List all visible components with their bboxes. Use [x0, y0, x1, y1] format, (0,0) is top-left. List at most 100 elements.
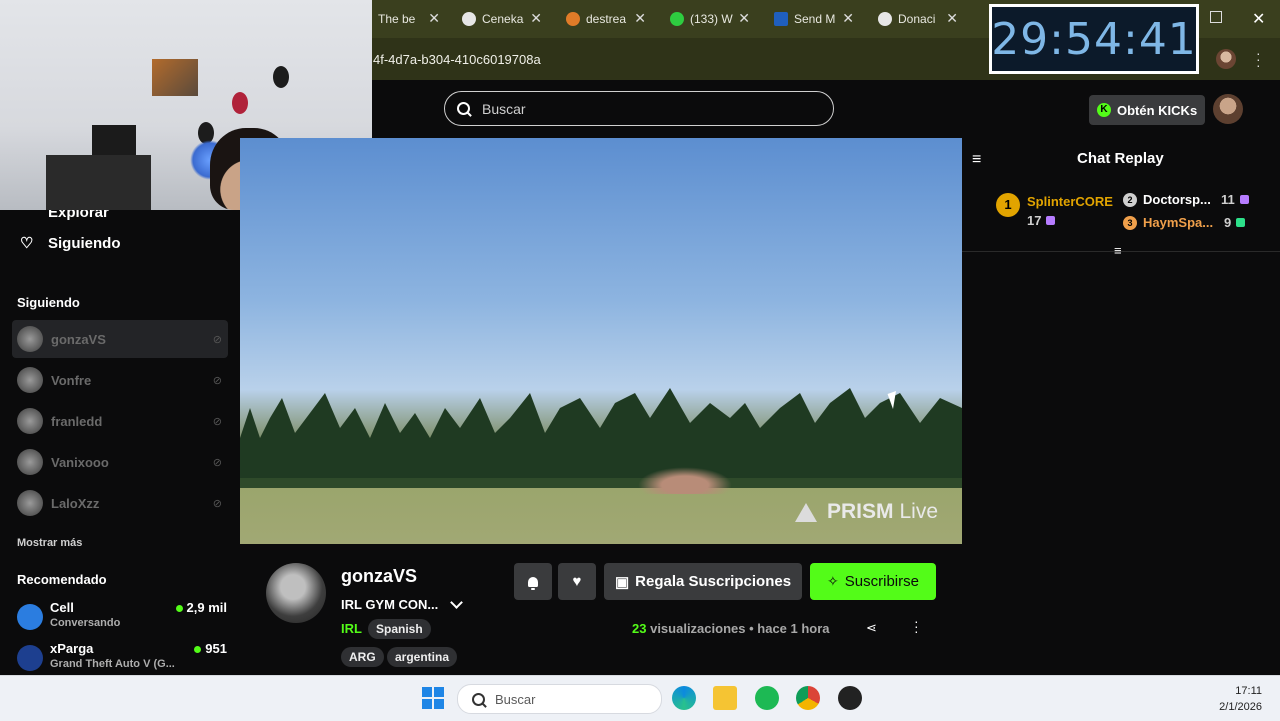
- avatar: [17, 490, 43, 516]
- search-input[interactable]: Buscar: [444, 91, 834, 126]
- browser-tab[interactable]: destrea ✕: [566, 8, 646, 30]
- edge-icon[interactable]: [672, 686, 696, 710]
- channel-name: xParga: [50, 641, 94, 656]
- viewer-count: 951: [194, 641, 227, 656]
- user-avatar[interactable]: [1213, 94, 1243, 124]
- gift-icon: [1239, 195, 1249, 204]
- gift-subs-button[interactable]: ▣ Regala Suscripciones: [604, 563, 802, 600]
- bell-icon: [528, 576, 538, 590]
- category-link[interactable]: IRL: [341, 621, 362, 636]
- close-icon[interactable]: ✕: [738, 10, 750, 27]
- file-explorer-icon[interactable]: [713, 686, 737, 710]
- tag-pill[interactable]: argentina: [387, 647, 458, 667]
- windows-start-icon[interactable]: [422, 687, 444, 709]
- heart-icon: ♥: [572, 573, 582, 590]
- sidebar-item-cell[interactable]: Cell Conversando 2,9 mil: [17, 600, 227, 636]
- gift-count: 17: [1027, 213, 1042, 228]
- video-player[interactable]: PRISM Live: [240, 138, 962, 544]
- taskbar-search-input[interactable]: Buscar: [457, 684, 662, 714]
- chevron-down-icon[interactable]: [450, 596, 464, 609]
- spotify-icon[interactable]: [755, 686, 779, 710]
- get-kicks-button[interactable]: K Obtén KICKs: [1089, 95, 1205, 125]
- restore-icon[interactable]: [1210, 11, 1222, 23]
- tab-title: Donaci: [898, 12, 936, 26]
- browser-tab[interactable]: (133) W ✕: [670, 8, 750, 30]
- system-clock[interactable]: 17:11 2/1/2026: [1216, 683, 1262, 715]
- favicon-icon: [670, 12, 684, 26]
- sidebar-item-vonfre[interactable]: Vonfre ⊘: [12, 361, 228, 399]
- channel-category: Grand Theft Auto V (G...: [50, 658, 175, 670]
- views-count: 23: [632, 621, 647, 636]
- sidebar-item-gonzavs[interactable]: gonzaVS ⊘: [12, 320, 228, 358]
- favicon-icon: [878, 12, 892, 26]
- stream-title[interactable]: IRL GYM CON...: [341, 596, 464, 612]
- close-icon[interactable]: ✕: [428, 10, 440, 27]
- viewer-count-value: 2,9 mil: [186, 600, 227, 615]
- browser-tab[interactable]: Donaci ✕: [878, 8, 958, 30]
- chat-title: Chat Replay: [1077, 150, 1164, 167]
- close-icon[interactable]: ✕: [634, 10, 646, 27]
- share-icon[interactable]: ⋖: [866, 620, 877, 636]
- timer-value: 29:54:41: [991, 13, 1197, 65]
- tab-title: destrea: [586, 12, 627, 26]
- video-scene-trees: [240, 388, 962, 488]
- close-window-icon[interactable]: ✕: [1252, 9, 1265, 29]
- follow-button[interactable]: ♥: [558, 563, 596, 600]
- url-text[interactable]: 4f-4d7a-b304-410c6019708a: [373, 52, 541, 67]
- show-more-link[interactable]: Mostrar más: [17, 537, 82, 549]
- sidebar: Explorar ♡ Siguiendo Siguiendo gonzaVS ⊘…: [0, 204, 240, 677]
- offline-icon: ⊘: [212, 456, 222, 469]
- notifications-button[interactable]: [514, 563, 552, 600]
- gift-icon: ▣: [614, 573, 630, 591]
- browser-tab[interactable]: Send M ✕: [774, 8, 854, 30]
- tag-pill[interactable]: ARG: [341, 647, 384, 667]
- collapse-chat-icon[interactable]: ≡: [972, 151, 981, 169]
- views-label: visualizaciones: [650, 621, 746, 636]
- leaderboard-entry-1[interactable]: 1: [996, 193, 1028, 217]
- channel-name: LaloXzz: [51, 495, 100, 511]
- close-icon[interactable]: ✕: [530, 10, 542, 27]
- tab-title: Send M: [794, 12, 836, 26]
- leaderboard-count: 17: [1027, 213, 1056, 228]
- gift-icon: [1236, 218, 1246, 227]
- get-kicks-label: Obtén KICKs: [1117, 102, 1198, 118]
- gift-subs-label: Regala Suscripciones: [635, 573, 792, 590]
- channel-avatar[interactable]: [266, 563, 326, 623]
- browser-tab[interactable]: Ceneka ✕: [462, 8, 542, 30]
- time-ago: hace 1 hora: [757, 621, 830, 636]
- subscribe-button[interactable]: ✧ Suscribirse: [810, 563, 936, 600]
- viewer-count: 2,9 mil: [175, 600, 227, 615]
- sidebar-item-following[interactable]: Siguiendo: [48, 235, 121, 252]
- sidebar-item-xparga[interactable]: xParga Grand Theft Auto V (G... 951: [17, 641, 227, 677]
- browser-profile-avatar[interactable]: [1216, 49, 1236, 69]
- browser-tab[interactable]: The be ✕: [378, 8, 440, 30]
- avatar: [17, 645, 43, 671]
- sidebar-item-laloxzz[interactable]: LaloXzz ⊘: [12, 484, 228, 522]
- leaderboard-name: Doctorsp...: [1143, 192, 1211, 207]
- channel-name: franledd: [51, 413, 103, 429]
- chrome-icon[interactable]: [796, 686, 820, 710]
- favicon-icon: [566, 12, 580, 26]
- kick-logo-icon: K: [1097, 103, 1111, 117]
- expand-leaderboard-icon[interactable]: ≡: [1114, 243, 1122, 258]
- avatar: [17, 604, 43, 630]
- sidebar-item-franledd[interactable]: franledd ⊘: [12, 402, 228, 440]
- channel-name: gonzaVS: [51, 331, 106, 347]
- app-icon[interactable]: [838, 686, 862, 710]
- channel-name: Cell: [50, 600, 74, 615]
- leaderboard-entry-3[interactable]: 3 HaymSpa...: [1123, 215, 1213, 230]
- tag-pill[interactable]: Spanish: [368, 619, 431, 639]
- close-icon[interactable]: ✕: [842, 10, 854, 27]
- gift-count: 11: [1221, 192, 1235, 207]
- channel-name: Vanixooo: [51, 454, 109, 470]
- close-icon[interactable]: ✕: [946, 10, 958, 27]
- channel-name[interactable]: gonzaVS: [341, 566, 417, 587]
- sidebar-item-vanixooo[interactable]: Vanixooo ⊘: [12, 443, 228, 481]
- leaderboard-name[interactable]: SplinterCORE: [1027, 194, 1113, 209]
- more-options-icon[interactable]: · · ·: [914, 614, 919, 638]
- leaderboard-entry-2[interactable]: 2 Doctorsp...: [1123, 192, 1211, 207]
- prism-logo-icon: [794, 502, 817, 522]
- stream-stats: 23 visualizaciones • hace 1 hora: [632, 621, 830, 636]
- browser-menu-icon[interactable]: · · ·: [1256, 46, 1261, 72]
- live-indicator-icon: [194, 646, 202, 653]
